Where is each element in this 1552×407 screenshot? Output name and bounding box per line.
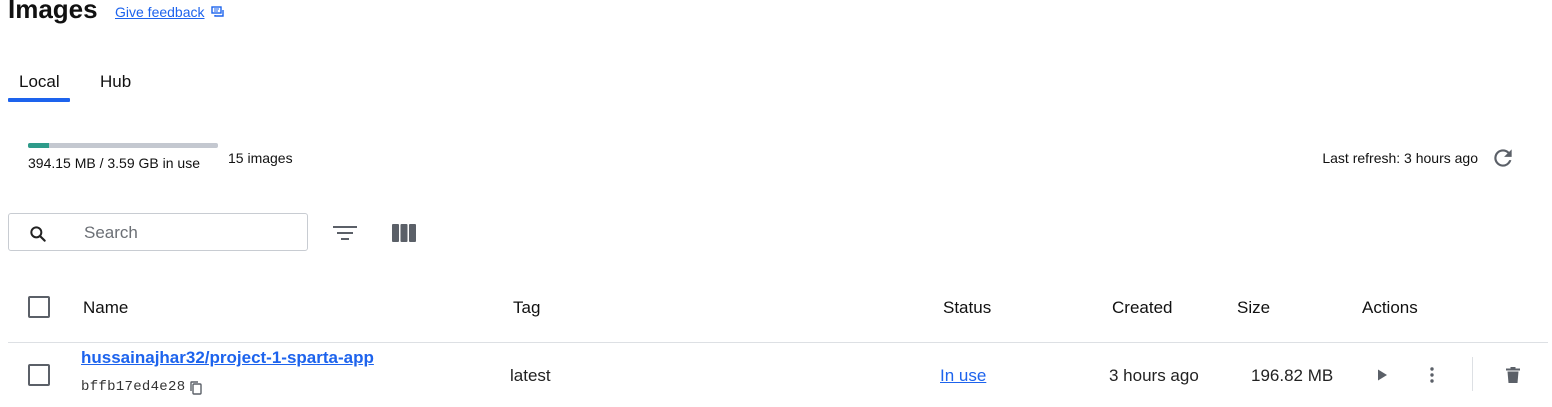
delete-icon[interactable] <box>1504 366 1522 384</box>
give-feedback-link[interactable]: Give feedback <box>115 4 225 20</box>
storage-usage-text: 394.15 MB / 3.59 GB in use <box>28 155 200 171</box>
column-header-tag[interactable]: Tag <box>513 298 540 318</box>
image-created: 3 hours ago <box>1109 366 1199 385</box>
more-options-icon[interactable] <box>1425 366 1439 384</box>
row-checkbox[interactable] <box>28 364 50 386</box>
image-status-link[interactable]: In use <box>940 366 986 386</box>
image-name-link[interactable]: hussainajhar32/project-1-sparta-app <box>81 348 374 368</box>
table-divider <box>8 342 1548 343</box>
image-size: 196.82 MB <box>1251 366 1334 385</box>
search-input[interactable] <box>84 222 294 244</box>
refresh-icon[interactable] <box>1490 145 1516 171</box>
select-all-checkbox[interactable] <box>28 296 50 318</box>
filter-icon[interactable] <box>332 222 358 244</box>
feedback-icon <box>210 6 224 17</box>
tab-local[interactable]: Local <box>19 72 60 92</box>
give-feedback-label: Give feedback <box>115 4 205 20</box>
actions-divider <box>1472 357 1473 391</box>
column-header-name[interactable]: Name <box>83 298 128 318</box>
active-tab-indicator <box>8 98 70 102</box>
search-icon <box>30 226 46 242</box>
image-id: bffb17ed4e28 <box>81 379 186 395</box>
last-refresh-text: Last refresh: 3 hours ago <box>1322 150 1478 166</box>
storage-usage-fill <box>28 143 49 148</box>
column-header-size[interactable]: Size <box>1237 298 1270 318</box>
columns-icon[interactable] <box>391 222 417 244</box>
column-header-status[interactable]: Status <box>943 298 991 318</box>
storage-usage-bar <box>28 143 218 148</box>
column-header-actions: Actions <box>1362 298 1418 317</box>
page-title: Images <box>8 0 98 24</box>
column-header-created[interactable]: Created <box>1112 298 1172 318</box>
image-count: 15 images <box>228 150 293 166</box>
copy-icon[interactable] <box>188 380 204 396</box>
tab-hub[interactable]: Hub <box>100 72 131 92</box>
image-tag: latest <box>510 366 551 385</box>
run-icon[interactable] <box>1374 367 1390 383</box>
